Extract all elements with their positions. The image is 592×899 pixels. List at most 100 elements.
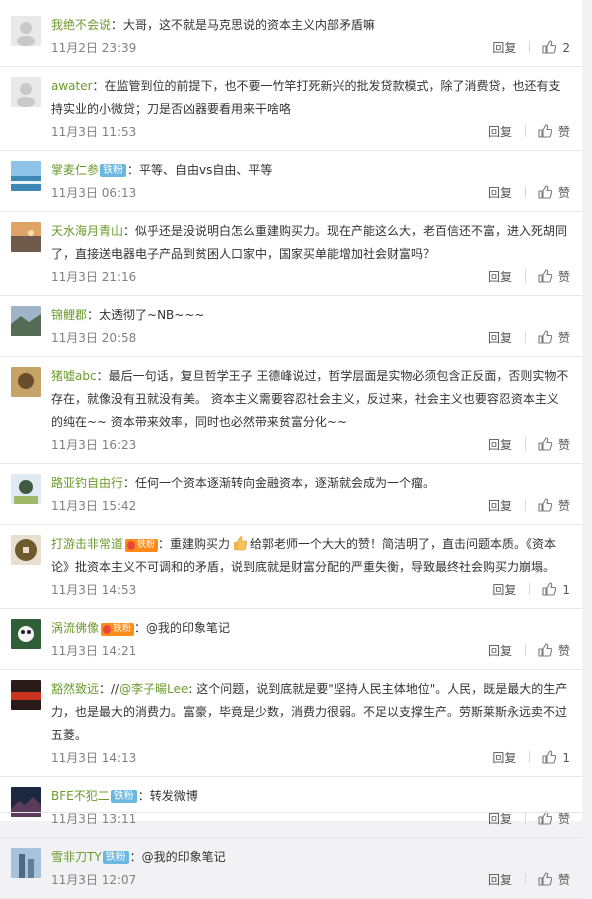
comment-item: 我绝不会说：大哥，这不就是马克思说的资本主义内部矛盾嘛 11月2日 23:39 回复… (0, 6, 582, 67)
comment-item: 雪非刀TY 铁粉 ：@我的印象笔记 11月3日 12:07 回复 赞 (0, 838, 582, 899)
comment-meta: 11月3日 16:23 回复 赞 (51, 434, 570, 456)
comment-text: 打游击非常道 铁粉 ：重建购买力 给郭老师一个大大的赞！简洁明了，直击问题本质。《资本… (51, 533, 570, 579)
comment-body: ：太透彻了~NB~~~ (87, 308, 205, 322)
avatar[interactable] (11, 161, 41, 191)
timestamp: 11月3日 16:23 (51, 438, 137, 452)
reply-button[interactable]: 回复 (488, 644, 512, 658)
avatar[interactable] (11, 306, 41, 336)
divider (524, 125, 526, 137)
like-button[interactable]: 赞 (538, 643, 570, 658)
reply-button[interactable]: 回复 (492, 751, 516, 765)
divider (524, 186, 526, 198)
avatar[interactable] (11, 619, 41, 649)
reply-button[interactable]: 回复 (488, 438, 512, 452)
comment-body: ：最后一句话，复旦哲学王子 王德峰说过，哲学层面是实物必须包含正反面，否则实物不… (51, 369, 569, 429)
comment-item: 猪嘘abc：最后一句话，复旦哲学王子 王德峰说过，哲学层面是实物必须包含正反面，… (0, 357, 582, 464)
like-button[interactable]: 1 (542, 582, 570, 597)
comment-text: 路亚钓自由行：任何一个资本逐渐转向金融资本，逐渐就会成为一个瘤。 (51, 472, 570, 495)
username-link[interactable]: BFE不犯二 (51, 789, 110, 803)
like-button[interactable]: 赞 (538, 329, 570, 345)
comment-list: 我绝不会说：大哥，这不就是马克思说的资本主义内部矛盾嘛 11月2日 23:39 回复… (0, 6, 582, 899)
timestamp: 11月3日 12:07 (51, 873, 137, 887)
avatar[interactable] (11, 848, 41, 878)
reply-button[interactable]: 回复 (488, 270, 512, 284)
username-link[interactable]: 天水海月青山 (51, 224, 123, 238)
timestamp: 11月3日 11:53 (51, 125, 137, 139)
username-link[interactable]: 打游击非常道 (51, 537, 123, 551)
username-link[interactable]: 涡流佛像 (51, 621, 99, 635)
thumbs-up-icon (538, 329, 553, 344)
like-button[interactable]: 2 (542, 39, 570, 55)
comment-body: ：大哥，这不就是马克思说的资本主义内部矛盾嘛 (111, 18, 376, 32)
like-button[interactable]: 赞 (538, 268, 570, 284)
comment-body: ：平等、自由vs自由、平等 (127, 163, 273, 177)
reply-button[interactable]: 回复 (488, 186, 512, 200)
vip-fan-badge-icon: 铁粉 (101, 623, 135, 636)
username-link[interactable]: 锦鲤郡 (51, 308, 87, 322)
comment-item: 锦鲤郡：太透彻了~NB~~~ 11月3日 20:58 回复 赞 (0, 296, 582, 357)
thumbs-up-icon (542, 749, 557, 764)
comment-actions: 回复 赞 (488, 495, 570, 517)
divider (529, 583, 531, 595)
comment-text: BFE不犯二 铁粉 ：转发微博 (51, 785, 570, 808)
username-link[interactable]: 雪非刀TY (51, 850, 102, 864)
reply-button[interactable]: 回复 (492, 41, 516, 55)
comment-text: 涡流佛像 铁粉 ：@我的印象笔记 (51, 617, 570, 640)
username-link[interactable]: 掌麦仁参 (51, 163, 99, 177)
fan-badge: 铁粉 (110, 790, 137, 803)
timestamp: 11月3日 14:21 (51, 644, 137, 658)
comment-actions: 回复 赞 (488, 182, 570, 204)
comment-item: 豁然致远：//@李子暘Lee: 这个问题，说到底就是要"坚持人民主体地位"。人民… (0, 670, 582, 777)
like-button[interactable]: 1 (542, 749, 570, 765)
like-button[interactable]: 赞 (538, 872, 570, 887)
comment-body: ：转发微博 (137, 789, 198, 803)
reply-button[interactable]: 回复 (488, 499, 512, 513)
like-button[interactable]: 赞 (538, 185, 570, 200)
thumbs-up-icon (538, 268, 553, 283)
comment-body: ：@我的印象笔记 (134, 621, 231, 635)
avatar[interactable] (11, 77, 41, 107)
comment-text: 天水海月青山：似乎还是没说明白怎么重建购买力。现在产能这么大，老百信还不富，进入… (51, 220, 570, 266)
reply-button[interactable]: 回复 (488, 125, 512, 139)
avatar[interactable] (11, 16, 41, 46)
comment-actions: 回复 赞 (488, 434, 570, 456)
username-link[interactable]: 豁然致远 (51, 682, 99, 696)
username-link[interactable]: 路亚钓自由行 (51, 476, 123, 490)
mention-link[interactable]: @李子暘Lee (119, 682, 188, 696)
avatar[interactable] (11, 222, 41, 252)
comment-text: 猪嘘abc：最后一句话，复旦哲学王子 王德峰说过，哲学层面是实物必须包含正反面，… (51, 365, 570, 434)
timestamp: 11月3日 15:42 (51, 499, 137, 513)
comment-item: 天水海月青山：似乎还是没说明白怎么重建购买力。现在产能这么大，老百信还不富，进入… (0, 212, 582, 296)
comment-body-part-a: ：重建购买力 (158, 537, 231, 551)
avatar[interactable] (11, 680, 41, 710)
comment-meta: 11月3日 06:13 回复 赞 (51, 182, 570, 204)
username-link[interactable]: 我绝不会说 (51, 18, 111, 32)
avatar[interactable] (11, 367, 41, 397)
like-button[interactable]: 赞 (538, 437, 570, 452)
comment-meta: 11月3日 21:16 回复 赞 (51, 266, 570, 288)
reply-button[interactable]: 回复 (488, 331, 512, 345)
reply-button[interactable]: 回复 (492, 583, 516, 597)
comment-text: awater：在监管到位的前提下，也不要一竹竿打死新兴的批发贷款模式，除了消费贷… (51, 75, 570, 121)
page-scrollbar[interactable] (582, 0, 592, 821)
comment-actions: 回复 1 (492, 747, 570, 769)
timestamp: 11月3日 06:13 (51, 186, 137, 200)
avatar[interactable] (11, 535, 41, 565)
comment-meta: 11月3日 20:58 回复 赞 (51, 327, 570, 349)
comment-item: 掌麦仁参 铁粉 ：平等、自由vs自由、平等 11月3日 06:13 回复 赞 (0, 151, 582, 212)
comment-meta: 11月3日 14:13 回复 1 (51, 747, 570, 769)
divider (529, 41, 531, 53)
like-button[interactable]: 赞 (538, 498, 570, 513)
comment-meta: 11月3日 11:53 回复 赞 (51, 121, 570, 143)
avatar[interactable] (11, 474, 41, 504)
comment-body-part-a: ：// (99, 682, 120, 696)
like-count: 赞 (557, 499, 570, 513)
comment-text: 豁然致远：//@李子暘Lee: 这个问题，说到底就是要"坚持人民主体地位"。人民… (51, 678, 570, 747)
username-link[interactable]: awater (51, 79, 93, 93)
comment-actions: 回复 2 (492, 37, 570, 59)
username-link[interactable]: 猪嘘abc (51, 369, 97, 383)
fan-badge: 铁粉 (100, 164, 127, 177)
thumbs-up-icon (542, 39, 557, 54)
reply-button[interactable]: 回复 (488, 873, 512, 887)
like-button[interactable]: 赞 (538, 124, 570, 139)
